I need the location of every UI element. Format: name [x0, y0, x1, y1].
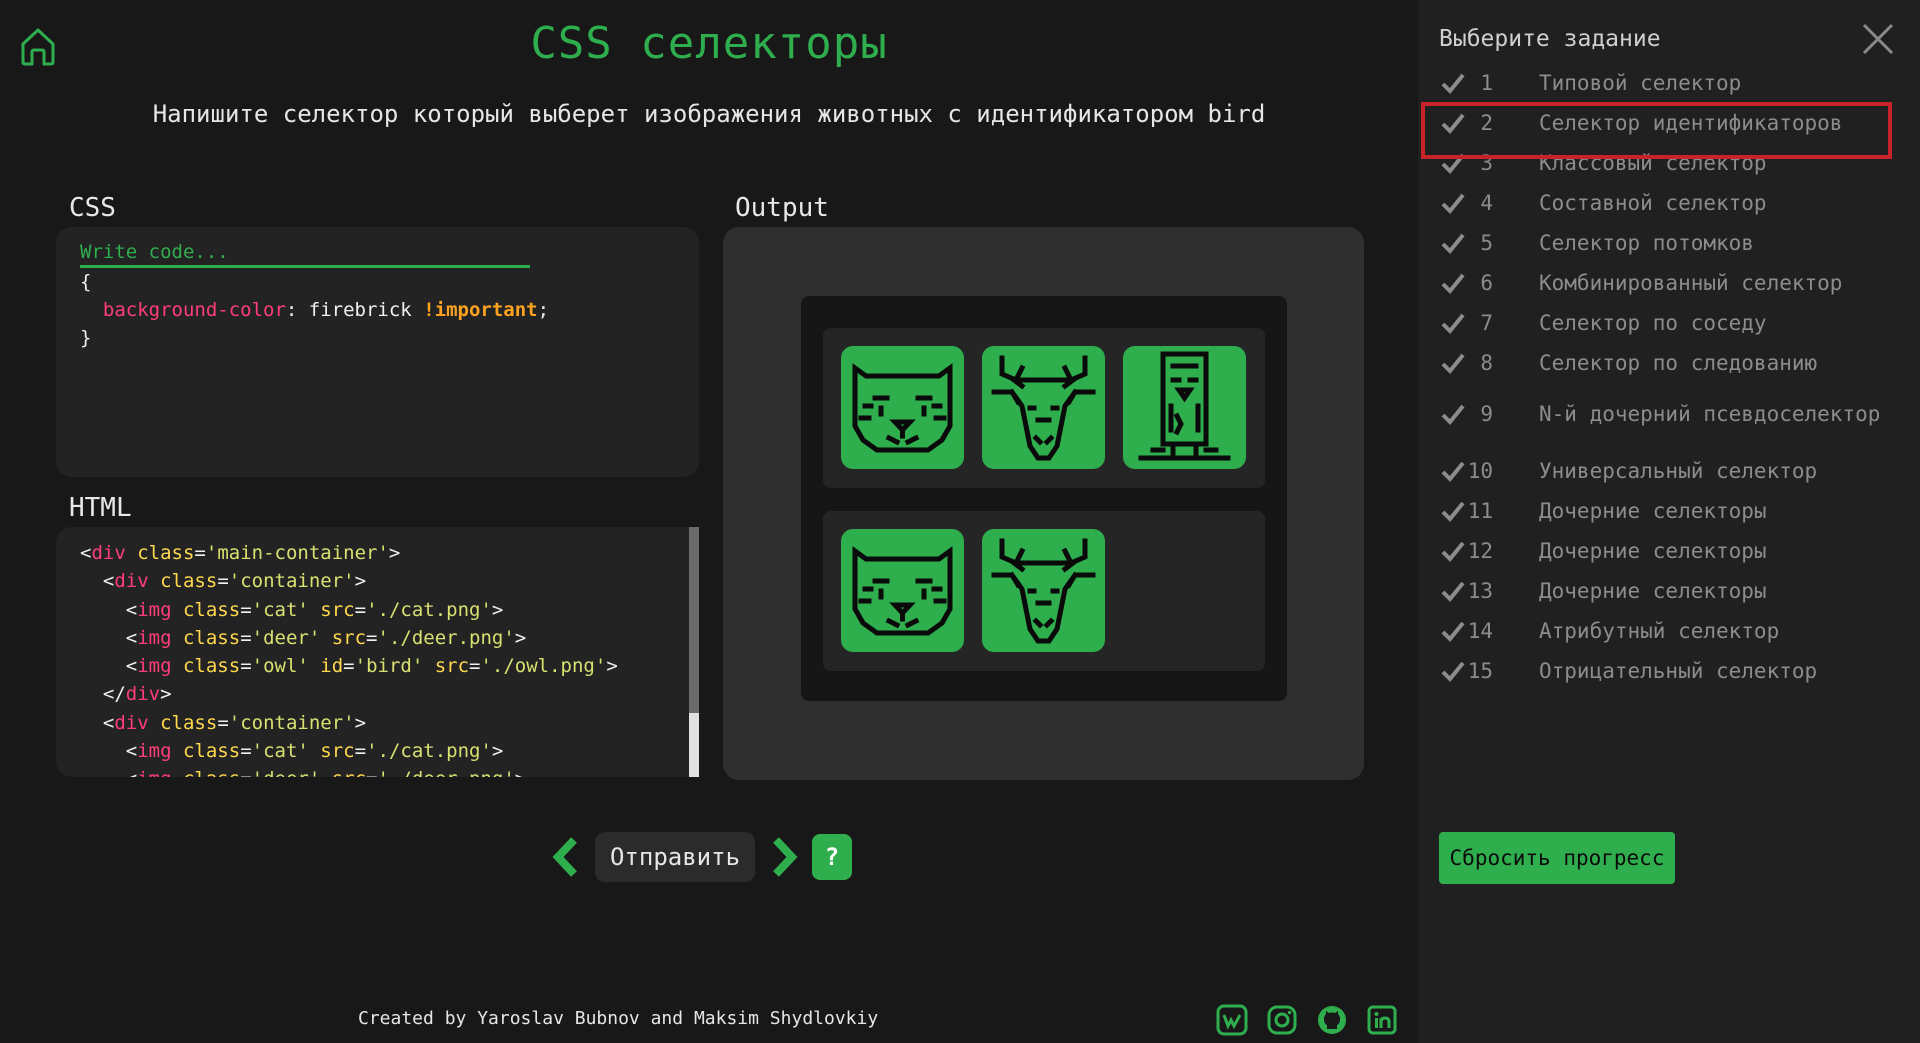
deer-image — [982, 346, 1105, 469]
footer-credits: Created by Yaroslav Bubnov and Maksim Sh… — [358, 1008, 879, 1029]
code-line: } — [80, 327, 92, 349]
level-number: 9 — [1480, 402, 1493, 426]
level-item-14[interactable]: 14 Атрибутный селектор — [1418, 611, 1920, 651]
css-editor[interactable]: Write code... { background-color: firebr… — [56, 227, 699, 477]
html-code-line: <img class='cat' src='./cat.png'> — [125, 598, 504, 621]
level-name: Отрицательный селектор — [1539, 659, 1818, 683]
html-code-line: <img class='owl' id='bird' src='./owl.pn… — [125, 655, 618, 678]
main-container — [801, 296, 1287, 701]
active-level-highlight — [1421, 102, 1892, 159]
html-code-line: <div class='container'> — [102, 711, 367, 734]
html-label: HTML — [69, 493, 132, 523]
level-number: 7 — [1480, 311, 1493, 335]
submit-button[interactable]: Отправить — [595, 832, 755, 882]
level-number: 10 — [1467, 459, 1493, 483]
reset-progress-button[interactable]: Сбросить прогресс — [1439, 832, 1675, 884]
level-name: Комбинированный селектор — [1539, 271, 1843, 295]
level-number: 12 — [1467, 539, 1493, 563]
level-item-7[interactable]: 7 Селектор по соседу — [1418, 303, 1920, 343]
deer-icon — [991, 355, 1096, 461]
container — [823, 511, 1265, 671]
level-name: N-й дочерний псевдоселектор — [1539, 402, 1881, 426]
css-label: CSS — [69, 193, 116, 223]
cat-icon — [852, 546, 953, 636]
level-number: 4 — [1480, 191, 1493, 215]
cat-icon — [852, 363, 953, 453]
css-input[interactable]: Write code... — [80, 241, 530, 268]
owl-icon — [1138, 351, 1231, 461]
code-line: { — [80, 271, 92, 293]
html-code-line: <img class='deer' src='./deer.png'> — [125, 626, 527, 649]
level-name: Составной селектор — [1539, 191, 1767, 215]
level-number: 14 — [1467, 619, 1493, 643]
instagram-icon[interactable] — [1266, 1004, 1298, 1036]
cat-image — [841, 346, 964, 469]
github-icon[interactable] — [1316, 1004, 1348, 1036]
level-number: 1 — [1480, 71, 1493, 95]
level-item-12[interactable]: 12 Дочерние селекторы — [1418, 531, 1920, 571]
level-name: Типовой селектор — [1539, 71, 1742, 95]
level-name: Атрибутный селектор — [1539, 619, 1780, 643]
level-name: Селектор потомков — [1539, 231, 1754, 255]
deer-icon — [991, 538, 1096, 644]
level-number: 8 — [1480, 351, 1493, 375]
level-item-11[interactable]: 11 Дочерние селекторы — [1418, 491, 1920, 531]
html-code-line: <img class='deer' src='./deer.png'> — [80, 765, 675, 777]
close-icon[interactable] — [1861, 22, 1895, 56]
level-number: 11 — [1467, 499, 1493, 523]
linkedin-icon[interactable] — [1366, 1004, 1398, 1036]
level-name: Селектор по соседу — [1539, 311, 1767, 335]
level-name: Дочерние селекторы — [1539, 499, 1767, 523]
level-name: Дочерние селекторы — [1539, 539, 1767, 563]
level-item-6[interactable]: 6 Комбинированный селектор — [1418, 263, 1920, 303]
level-item-10[interactable]: 10 Универсальный селектор — [1418, 451, 1920, 491]
level-item-9[interactable]: 9 N-й дочерний псевдоселектор — [1418, 384, 1920, 444]
chevron-left-icon[interactable] — [550, 836, 580, 878]
main-area: CSS селекторы Напишите селектор который … — [0, 0, 1418, 1043]
level-item-15[interactable]: 15 Отрицательный селектор — [1418, 651, 1920, 691]
html-code-line: <div class='container'> — [102, 570, 367, 593]
level-item-4[interactable]: 4 Составной селектор — [1418, 183, 1920, 223]
container — [823, 328, 1265, 488]
help-button[interactable]: ? — [812, 834, 852, 880]
level-number: 6 — [1480, 271, 1493, 295]
level-item-8[interactable]: 8 Селектор по следованию — [1418, 343, 1920, 383]
level-name: Дочерние селекторы — [1539, 579, 1767, 603]
chevron-right-icon[interactable] — [770, 836, 800, 878]
html-code-line: <div class='main-container'> — [80, 542, 401, 564]
level-item-1[interactable]: 1 Типовой селектор — [1418, 63, 1920, 103]
output-panel — [723, 227, 1364, 780]
page-title: CSS селекторы — [530, 18, 888, 69]
html-code-line: <img class='cat' src='./cat.png'> — [125, 740, 504, 763]
output-label: Output — [735, 193, 829, 223]
scroll-thumb[interactable] — [689, 527, 699, 713]
level-number: 13 — [1467, 579, 1493, 603]
level-number: 5 — [1480, 231, 1493, 255]
level-number: 15 — [1467, 659, 1493, 683]
level-name: Селектор по следованию — [1539, 351, 1818, 375]
owl-image — [1123, 346, 1246, 469]
html-viewer: <div class='main-container'> <div class=… — [56, 527, 699, 777]
deer-image — [982, 529, 1105, 652]
level-item-5[interactable]: 5 Селектор потомков — [1418, 223, 1920, 263]
task-description: Напишите селектор который выберет изобра… — [152, 100, 1266, 128]
html-code-line: </div> — [102, 683, 172, 706]
html-scrollbar[interactable] — [689, 527, 699, 777]
code-line: background-color: firebrick !important; — [102, 299, 550, 321]
level-item-13[interactable]: 13 Дочерние селекторы — [1418, 571, 1920, 611]
cat-image — [841, 529, 964, 652]
level-name: Универсальный селектор — [1539, 459, 1818, 483]
vk-icon[interactable] — [1216, 1004, 1248, 1036]
sidebar-title: Выберите задание — [1439, 26, 1661, 52]
